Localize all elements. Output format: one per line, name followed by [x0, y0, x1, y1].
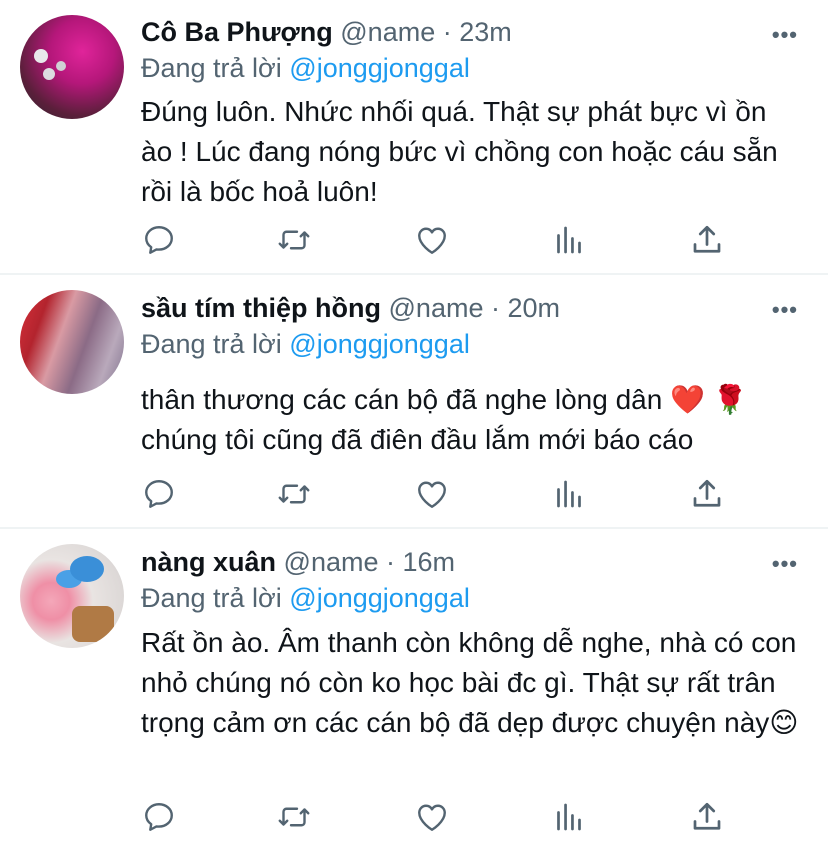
- reply-mention-link[interactable]: @jonggjonggal: [289, 53, 470, 83]
- analytics-icon[interactable]: [551, 476, 587, 512]
- tweet-text: thân thương các cán bộ đã nghe lòng dân …: [141, 384, 748, 455]
- like-icon[interactable]: [414, 476, 450, 512]
- action-bar: [0, 222, 828, 262]
- retweet-icon[interactable]: [276, 222, 312, 258]
- like-icon[interactable]: [414, 222, 450, 258]
- display-name[interactable]: Cô Ba Phượng: [141, 17, 333, 47]
- reply-prefix: Đang trả lời: [141, 329, 282, 359]
- analytics-icon[interactable]: [551, 799, 587, 835]
- handle[interactable]: @name: [389, 293, 484, 323]
- action-bar: [0, 476, 828, 516]
- reply-prefix: Đang trả lời: [141, 583, 282, 613]
- analytics-icon[interactable]: [551, 222, 587, 258]
- reply-mention-link[interactable]: @jonggjonggal: [289, 329, 470, 359]
- separator: ·: [386, 547, 395, 577]
- more-icon[interactable]: •••: [772, 551, 798, 577]
- replying-to: Đang trả lời @jonggjonggal: [141, 329, 470, 360]
- like-icon[interactable]: [414, 799, 450, 835]
- handle[interactable]: @name: [284, 547, 379, 577]
- timestamp[interactable]: 23m: [459, 17, 512, 47]
- separator: ·: [442, 17, 452, 47]
- tweet-header: nàng xuân @name · 16m: [141, 547, 455, 578]
- handle[interactable]: @name: [340, 17, 435, 47]
- tweet-header: sầu tím thiệp hồng @name · 20m: [141, 293, 560, 324]
- tweet-text: Rất ồn ào. Âm thanh còn không dễ nghe, n…: [141, 627, 805, 738]
- divider: [0, 273, 828, 275]
- tweet-text: Đúng luôn. Nhức nhối quá. Thật sự phát b…: [141, 96, 786, 207]
- display-name[interactable]: sầu tím thiệp hồng: [141, 293, 381, 323]
- replying-to: Đang trả lời @jonggjonggal: [141, 53, 470, 84]
- reply-prefix: Đang trả lời: [141, 53, 282, 83]
- share-icon[interactable]: [689, 799, 725, 835]
- avatar[interactable]: [20, 290, 124, 394]
- divider: [0, 527, 828, 529]
- more-icon[interactable]: •••: [772, 297, 798, 323]
- share-icon[interactable]: [689, 476, 725, 512]
- separator: ·: [490, 293, 500, 323]
- timestamp[interactable]: 16m: [403, 547, 456, 577]
- reply-mention-link[interactable]: @jonggjonggal: [289, 583, 470, 613]
- avatar[interactable]: [20, 544, 124, 648]
- more-icon[interactable]: •••: [772, 22, 798, 48]
- action-bar: [0, 799, 828, 839]
- display-name[interactable]: nàng xuân: [141, 547, 276, 577]
- retweet-icon[interactable]: [276, 799, 312, 835]
- timestamp[interactable]: 20m: [508, 293, 561, 323]
- reply-icon[interactable]: [141, 222, 177, 258]
- reply-icon[interactable]: [141, 799, 177, 835]
- share-icon[interactable]: [689, 222, 725, 258]
- avatar[interactable]: [20, 15, 124, 119]
- reply-icon[interactable]: [141, 476, 177, 512]
- tweet-header: Cô Ba Phượng @name · 23m: [141, 17, 512, 48]
- retweet-icon[interactable]: [276, 476, 312, 512]
- replying-to: Đang trả lời @jonggjonggal: [141, 583, 470, 614]
